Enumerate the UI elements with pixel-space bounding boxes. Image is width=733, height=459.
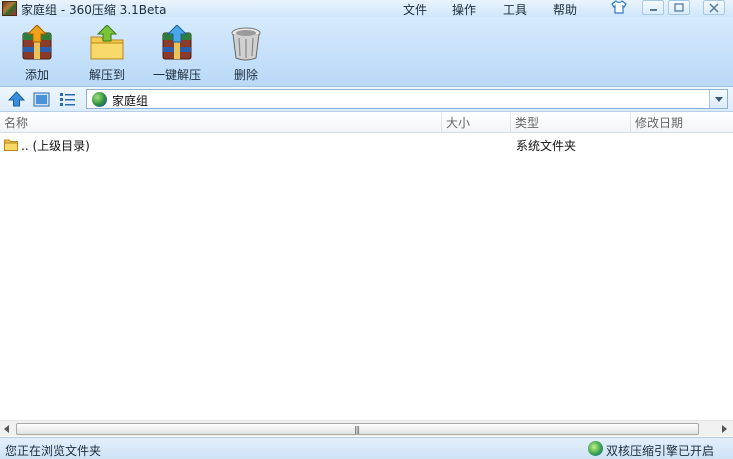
- address-bar: 家庭组: [0, 87, 733, 112]
- one-click-extract-label: 一键解压: [152, 68, 201, 82]
- app-logo-icon: [2, 1, 17, 16]
- skin-shirt-icon[interactable]: [610, 0, 628, 16]
- list-item[interactable]: .. (上级目录) 系统文件夹: [0, 136, 733, 154]
- one-click-extract-icon: [159, 24, 195, 61]
- column-name[interactable]: 名称: [0, 113, 441, 133]
- window-title: 家庭组 - 360压缩 3.1Beta: [21, 3, 167, 17]
- address-dropdown-button[interactable]: [709, 90, 727, 108]
- trash-icon: [228, 25, 264, 61]
- column-type[interactable]: 类型: [510, 113, 630, 133]
- delete-button[interactable]: 删除: [214, 21, 278, 85]
- column-size[interactable]: 大小: [441, 113, 510, 133]
- file-list: .. (上级目录) 系统文件夹: [0, 134, 733, 420]
- close-button[interactable]: [703, 0, 725, 15]
- delete-label: 删除: [233, 68, 258, 82]
- folder-icon: [4, 138, 18, 151]
- homegroup-icon: [92, 92, 107, 107]
- minimize-icon: [650, 9, 657, 11]
- scrollbar-thumb[interactable]: |||: [16, 423, 699, 435]
- add-archive-icon: [19, 24, 55, 61]
- arrow-up-icon: [7, 91, 26, 107]
- close-icon: [709, 3, 719, 13]
- extract-folder-icon: [89, 24, 125, 61]
- status-message: 您正在浏览文件夹: [5, 444, 102, 458]
- horizontal-scrollbar[interactable]: |||: [0, 420, 733, 436]
- scroll-right-icon[interactable]: [722, 425, 728, 433]
- address-input[interactable]: 家庭组: [86, 89, 728, 109]
- add-label: 添加: [24, 68, 49, 82]
- view-list-icon: [60, 93, 75, 106]
- file-list-header: 名称 大小 类型 修改日期: [0, 113, 733, 133]
- extract-to-button[interactable]: 解压到: [75, 21, 139, 85]
- engine-status: 双核压缩引擎已开启: [606, 444, 715, 458]
- shirt-icon: [611, 0, 627, 14]
- menu-help[interactable]: 帮助: [553, 1, 577, 18]
- title-bar: 家庭组 - 360压缩 3.1Beta 文件 操作 工具 帮助: [0, 0, 733, 17]
- list-item-type: 系统文件夹: [516, 139, 577, 153]
- one-click-extract-button[interactable]: 一键解压: [145, 21, 209, 85]
- scrollbar-grip-icon: |||: [354, 425, 360, 434]
- large-icon-view-button[interactable]: [33, 91, 50, 108]
- extract-to-label: 解压到: [88, 68, 125, 82]
- scroll-left-icon[interactable]: [4, 425, 10, 433]
- list-view-button[interactable]: [59, 91, 76, 108]
- minimize-button[interactable]: [642, 0, 664, 15]
- add-button[interactable]: 添加: [5, 21, 69, 85]
- dual-core-engine-icon: [588, 441, 603, 456]
- up-level-button[interactable]: [7, 91, 26, 108]
- address-value: 家庭组: [112, 94, 149, 108]
- column-modified[interactable]: 修改日期: [630, 113, 733, 133]
- menu-file[interactable]: 文件: [403, 1, 427, 18]
- toolbar: 添加 解压到 一键解压 删除: [0, 17, 733, 87]
- menu-operate[interactable]: 操作: [452, 1, 476, 18]
- list-item-name: .. (上级目录): [21, 139, 90, 153]
- maximize-icon: [674, 3, 684, 12]
- menu-tools[interactable]: 工具: [503, 1, 527, 18]
- view-icon-mode-icon: [33, 92, 50, 107]
- maximize-button[interactable]: [668, 0, 690, 15]
- status-bar: 您正在浏览文件夹 双核压缩引擎已开启: [0, 437, 733, 459]
